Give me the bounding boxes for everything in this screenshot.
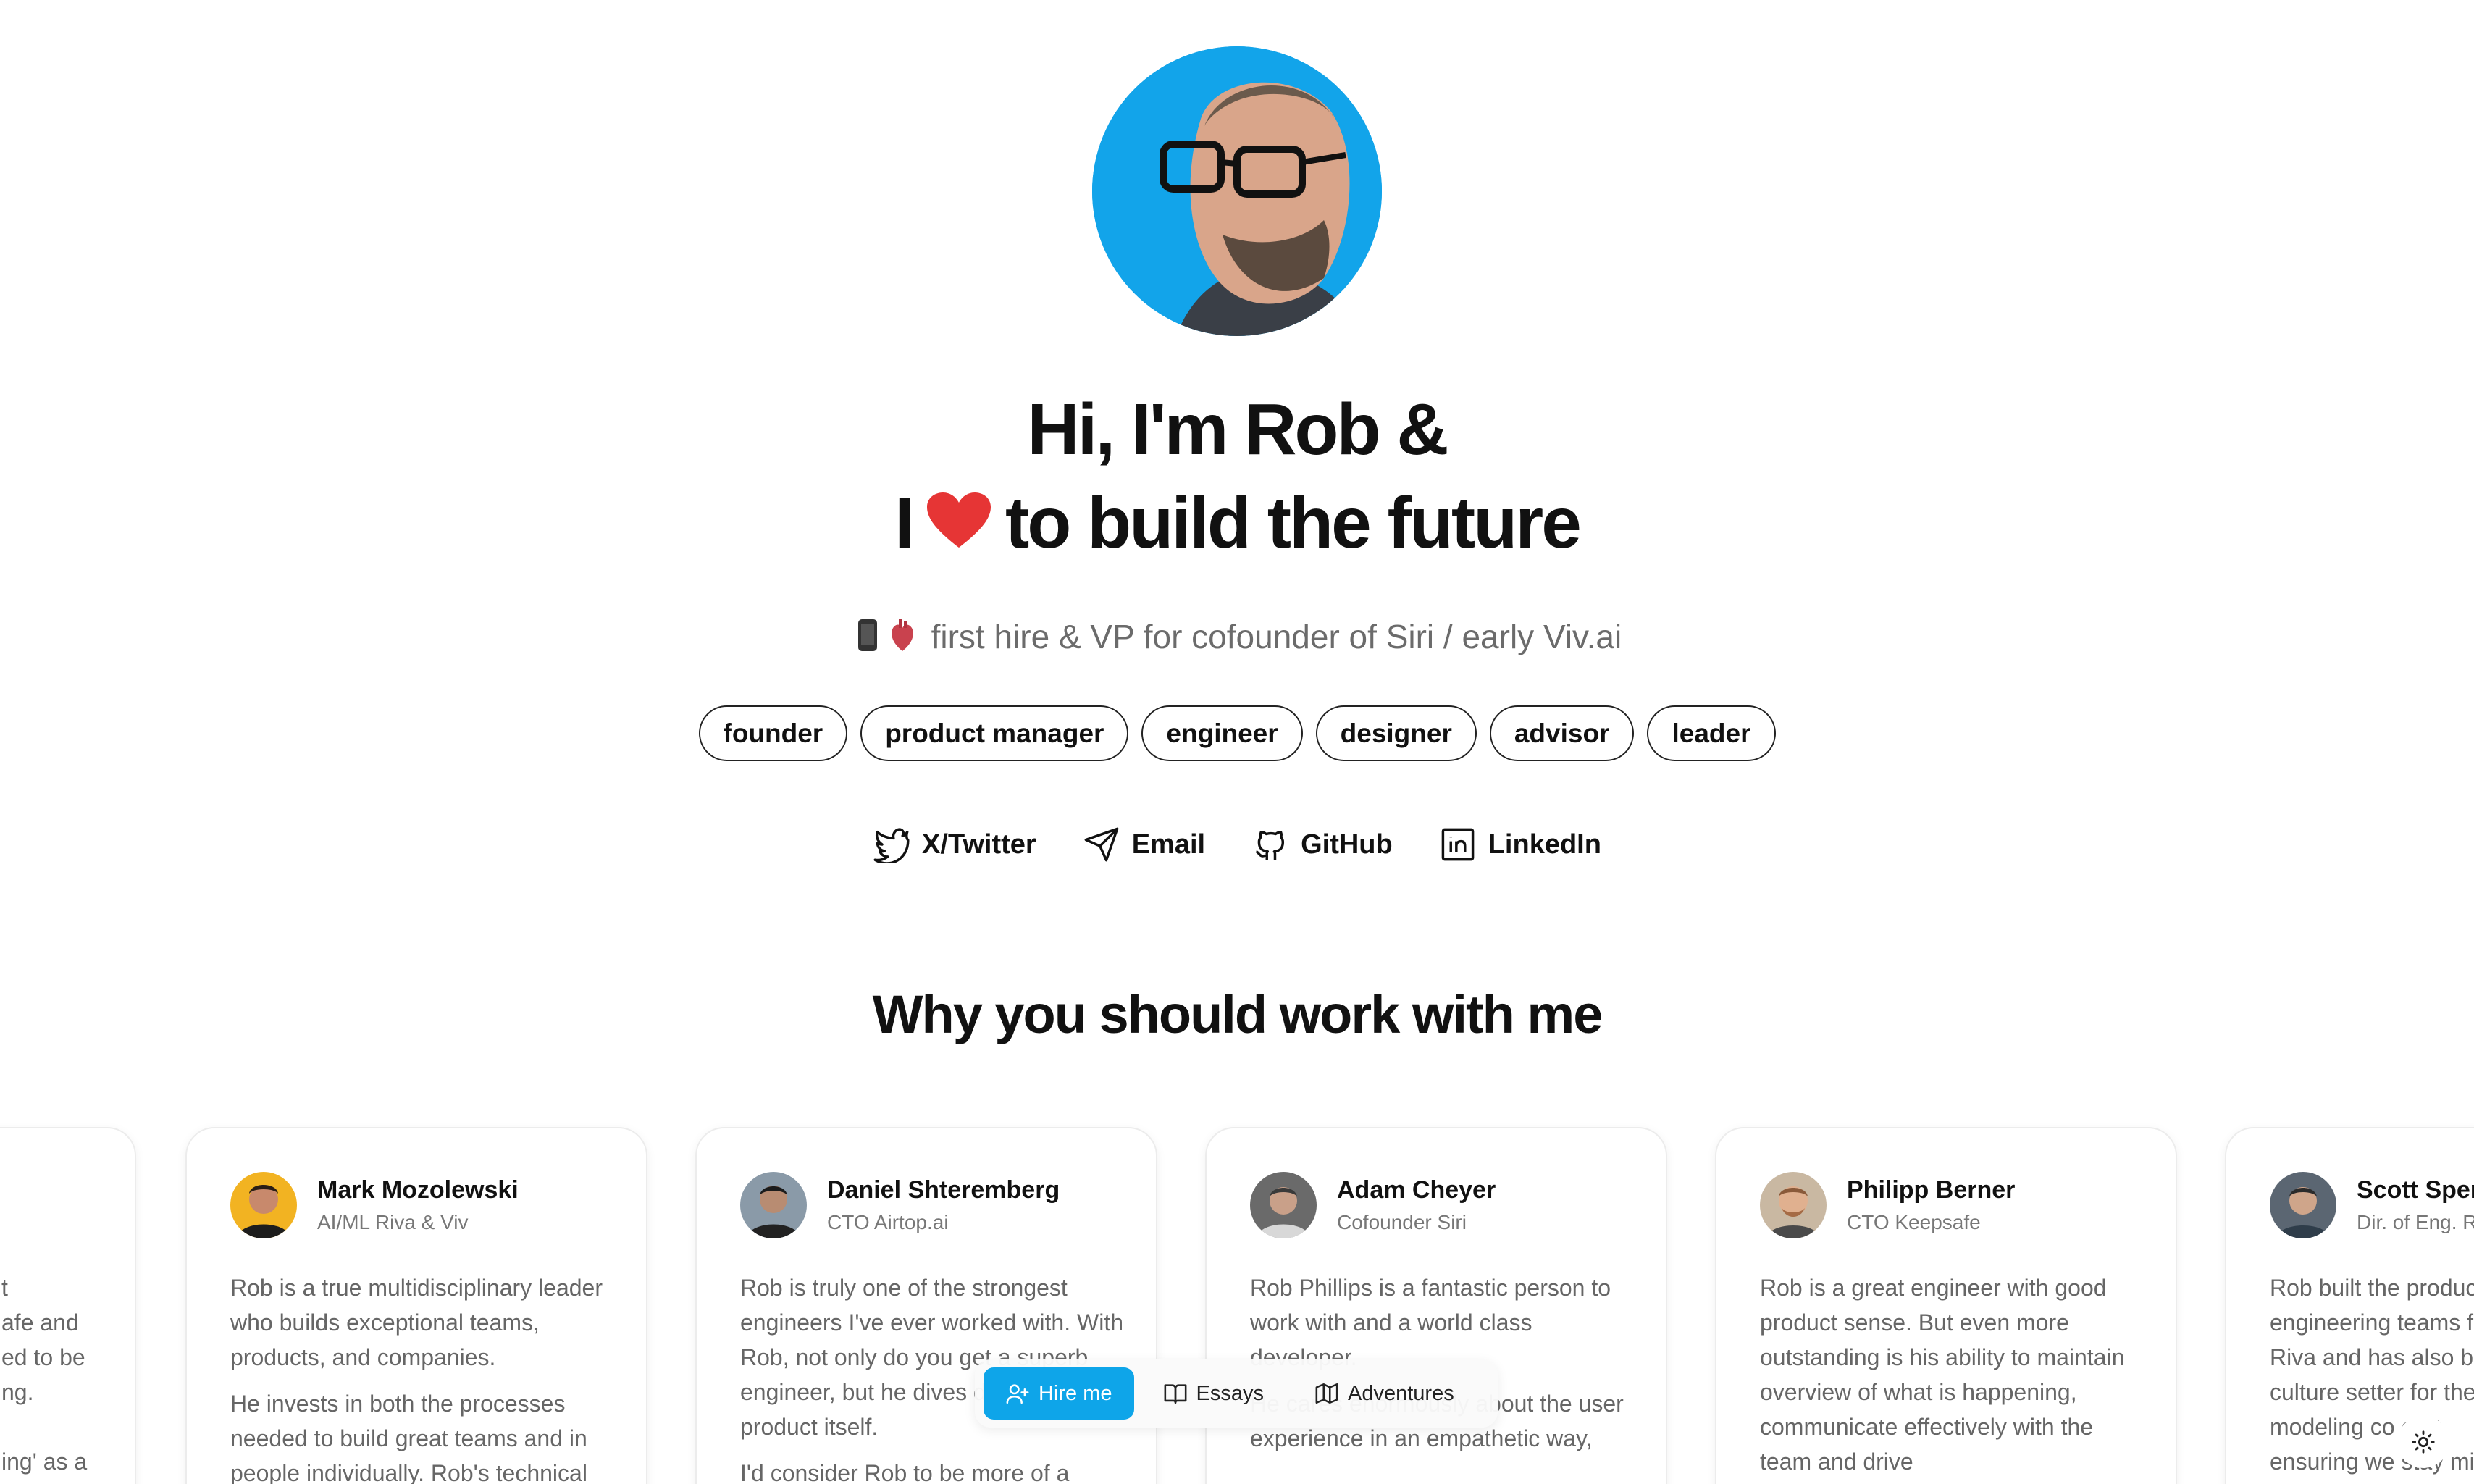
role-tag-designer: designer <box>1315 705 1477 761</box>
phone-icon <box>857 619 877 651</box>
avatar <box>740 1172 807 1238</box>
testimonial-role: Cofounder Siri <box>1337 1211 1467 1233</box>
role-tag-engineer: engineer <box>1141 705 1303 761</box>
essays-label: Essays <box>1196 1381 1264 1405</box>
linkedin-icon <box>1441 828 1475 861</box>
role-tags: founder product manager engineer designe… <box>0 705 2474 761</box>
testimonial-card: t afe and ed to be ng. ing' as a <box>0 1127 136 1484</box>
twitter-label: X/Twitter <box>922 829 1036 860</box>
theme-toggle-button[interactable] <box>2397 1416 2449 1468</box>
avatar <box>1250 1172 1317 1238</box>
github-icon <box>1255 831 1285 860</box>
email-label: Email <box>1131 829 1206 860</box>
testimonial-card: Philipp Berner CTO Keepsafe Rob is a gre… <box>1715 1127 2177 1484</box>
testimonial-card: Daniel Shteremberg CTO Airtop.ai Rob is … <box>695 1127 1157 1484</box>
github-link[interactable]: GitHub <box>1251 826 1393 863</box>
sun-icon <box>2412 1430 2435 1454</box>
headline-i: I <box>894 482 915 563</box>
profile-avatar <box>1092 46 1382 336</box>
email-link[interactable]: Email <box>1083 826 1205 863</box>
essays-button[interactable]: Essays <box>1141 1367 1286 1420</box>
testimonial-role: Dir. of Eng. R <box>2357 1211 2474 1233</box>
subtitle-text: first hire & VP for cofounder of Siri / … <box>931 618 1622 655</box>
testimonial-quote: t afe and ed to be ng. ing' as a <box>1 1275 88 1475</box>
book-icon <box>1164 1384 1186 1404</box>
section-title: Why you should work with me <box>872 984 1603 1044</box>
page: Hi, I'm Rob & Ito build the future first… <box>0 0 2474 1484</box>
headline-line-1: Hi, I'm Rob & <box>1027 389 1448 470</box>
role-tag-leader: leader <box>1647 705 1776 761</box>
adventures-button[interactable]: Adventures <box>1293 1367 1476 1420</box>
testimonial-name: Mark Mozolewski <box>317 1176 519 1204</box>
subtitle: first hire & VP for cofounder of Siri / … <box>0 617 2474 656</box>
role-tag-product-manager: product manager <box>860 705 1129 761</box>
testimonial-role: AI/ML Riva & Viv <box>317 1211 469 1233</box>
testimonial-role: CTO Airtop.ai <box>827 1211 949 1233</box>
user-plus-icon <box>1006 1384 1029 1404</box>
linkedin-label: LinkedIn <box>1488 829 1601 860</box>
testimonial-name: Adam Cheyer <box>1337 1176 1496 1204</box>
social-links: X/Twitter Email GitHub LinkedIn <box>0 826 2474 863</box>
headline-line-2: Ito build the future <box>0 482 2474 568</box>
role-tag-founder: founder <box>698 705 848 761</box>
adventures-label: Adventures <box>1348 1381 1454 1405</box>
github-label: GitHub <box>1301 829 1393 860</box>
twitter-link[interactable]: X/Twitter <box>873 826 1036 863</box>
role-tag-advisor: advisor <box>1489 705 1635 761</box>
headline-to: to <box>1005 482 1071 563</box>
avatar <box>1760 1172 1827 1238</box>
testimonial-quote: Rob is a great engineer with good produc… <box>1760 1275 2125 1475</box>
map-icon <box>1315 1383 1338 1404</box>
avatar <box>230 1172 297 1238</box>
heart-icon <box>926 492 991 548</box>
testimonial-name: Scott Sperl <box>2357 1176 2474 1204</box>
headline-highlight: build the future <box>1087 482 1582 568</box>
send-icon <box>1084 827 1119 862</box>
floating-nav: Hire me Essays Adventures <box>975 1359 1498 1428</box>
testimonial-card: Mark Mozolewski AI/ML Riva & Viv Rob is … <box>185 1127 647 1484</box>
testimonial-name: Daniel Shteremberg <box>827 1176 1060 1204</box>
avatar <box>2270 1172 2336 1238</box>
linkedin-link[interactable]: LinkedIn <box>1439 826 1601 863</box>
anatomical-heart-icon <box>892 619 913 651</box>
twitter-icon <box>873 828 910 863</box>
testimonial-role: CTO Keepsafe <box>1847 1211 1981 1233</box>
testimonial-name: Philipp Berner <box>1847 1176 2016 1204</box>
testimonial-quote: Rob is a true multidisciplinary leader w… <box>230 1275 603 1484</box>
testimonial-card: Adam Cheyer Cofounder Siri Rob Phillips … <box>1205 1127 1667 1484</box>
hire-me-label: Hire me <box>1039 1381 1112 1405</box>
hire-me-button[interactable]: Hire me <box>984 1367 1134 1420</box>
